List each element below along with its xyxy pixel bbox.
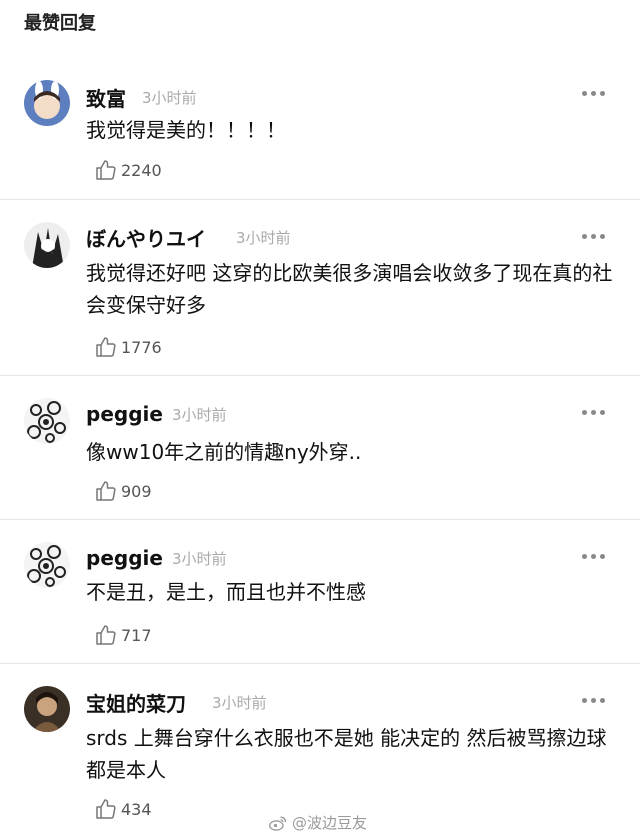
comment-time: 3小时前 [236,229,291,247]
thumbs-up-icon [96,799,116,819]
like-button[interactable]: 2240 [94,157,162,183]
avatar[interactable] [24,686,70,732]
comment-time: 3小时前 [212,694,267,712]
avatar[interactable] [24,398,70,444]
thumbs-up-icon [96,481,116,501]
thumbs-up-icon [96,625,116,645]
like-count: 434 [121,799,152,819]
like-button[interactable]: 909 [94,478,152,504]
like-count: 2240 [121,160,162,180]
comment-item: peggie 3小时前 像ww10年之前的情趣ny外穿.. 909 [0,376,640,520]
comment-time: 3小时前 [172,406,227,424]
more-dots-icon[interactable] [582,232,606,240]
comment-text: 我觉得还好吧 这穿的比欧美很多演唱会收敛多了现在真的社会变保守好多 [86,261,613,317]
comment-author[interactable]: 致富 [86,83,126,112]
like-count: 909 [121,481,152,501]
comment-author[interactable]: 宝姐的菜刀 [86,688,186,717]
comment-time: 3小时前 [142,89,197,107]
like-count: 1776 [121,337,162,357]
comment-item: ぼんやりユイ 3小时前 我觉得还好吧 这穿的比欧美很多演唱会收敛多了现在真的社会… [0,200,640,376]
comment-text: 不是丑，是土，而且也并不性感 [86,580,366,604]
comment-item: peggie 3小时前 不是丑，是土，而且也并不性感 717 [0,520,640,664]
comment-time: 3小时前 [172,550,227,568]
watermark-text: @波边豆友 [292,814,368,832]
avatar[interactable] [24,542,70,588]
comment-text: 像ww10年之前的情趣ny外穿.. [86,440,362,464]
more-dots-icon[interactable] [582,408,606,416]
thumbs-up-icon [96,160,116,180]
comment-author[interactable]: peggie [86,546,163,570]
more-dots-icon[interactable] [582,696,606,704]
avatar[interactable] [24,222,70,268]
comment-text: srds 上舞台穿什么衣服也不是她 能决定的 然后被骂擦边球都是本人 [86,726,607,782]
like-count: 717 [121,625,152,645]
weibo-logo-icon [269,816,287,831]
avatar[interactable] [24,80,70,126]
like-button[interactable]: 434 [94,796,152,822]
more-dots-icon[interactable] [582,89,606,97]
more-dots-icon[interactable] [582,552,606,560]
comment-author[interactable]: ぼんやりユイ [86,223,206,252]
section-title: 最赞回复 [24,13,96,34]
like-button[interactable]: 1776 [94,334,162,360]
comment-author[interactable]: peggie [86,402,163,426]
comment-item: 致富 3小时前 我觉得是美的！！！！ 2240 [0,66,640,200]
watermark: @波边豆友 [268,812,367,833]
like-button[interactable]: 717 [94,622,152,648]
comment-text: 我觉得是美的！！！！ [86,118,286,142]
thumbs-up-icon [96,337,116,357]
